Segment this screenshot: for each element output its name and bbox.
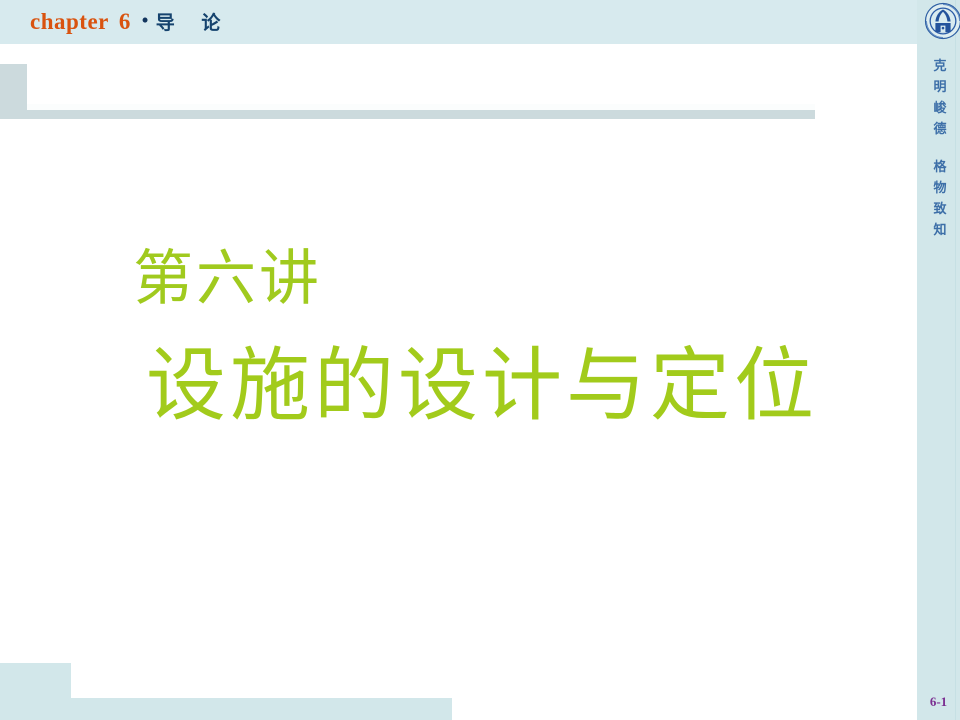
slide-header-title: chapter 6 • 导 论 bbox=[30, 7, 230, 44]
motto-char: 致 bbox=[933, 202, 947, 217]
motto-char: 物 bbox=[933, 181, 947, 196]
header-chapter-label: chapter bbox=[30, 9, 109, 34]
university-emblem-icon bbox=[924, 2, 960, 40]
page-number: 6-1 bbox=[929, 694, 948, 709]
decoration-upper-horizontal-bar bbox=[27, 110, 815, 119]
motto-char: 德 bbox=[933, 122, 947, 137]
sidebar-divider-line bbox=[955, 0, 956, 720]
motto-char: 格 bbox=[933, 160, 947, 175]
motto-char: 知 bbox=[933, 223, 947, 238]
decoration-lower-horizontal-bar bbox=[0, 698, 452, 720]
motto-char: 克 bbox=[933, 59, 947, 74]
header-chinese-label: 导 论 bbox=[155, 12, 231, 34]
decoration-upper-left-block bbox=[0, 64, 27, 119]
slide-title-secondary: 设施的设计与定位 bbox=[146, 339, 818, 432]
right-sidebar: 克 明 峻 德 格 物 致 知 6-1 bbox=[917, 0, 960, 720]
header-chapter-number: 6 bbox=[118, 9, 131, 34]
sidebar-motto: 克 明 峻 德 格 物 致 知 bbox=[927, 56, 953, 241]
motto-char: 明 bbox=[933, 80, 947, 95]
slide-title-primary: 第六讲 bbox=[133, 244, 322, 314]
motto-char: 峻 bbox=[933, 101, 947, 116]
header-bullet-icon: • bbox=[141, 8, 149, 32]
slide-canvas: chapter 6 • 导 论 第六讲 设施的设计与定位 克 明 峻 德 格 物… bbox=[0, 0, 960, 720]
motto-spacer bbox=[927, 140, 953, 157]
